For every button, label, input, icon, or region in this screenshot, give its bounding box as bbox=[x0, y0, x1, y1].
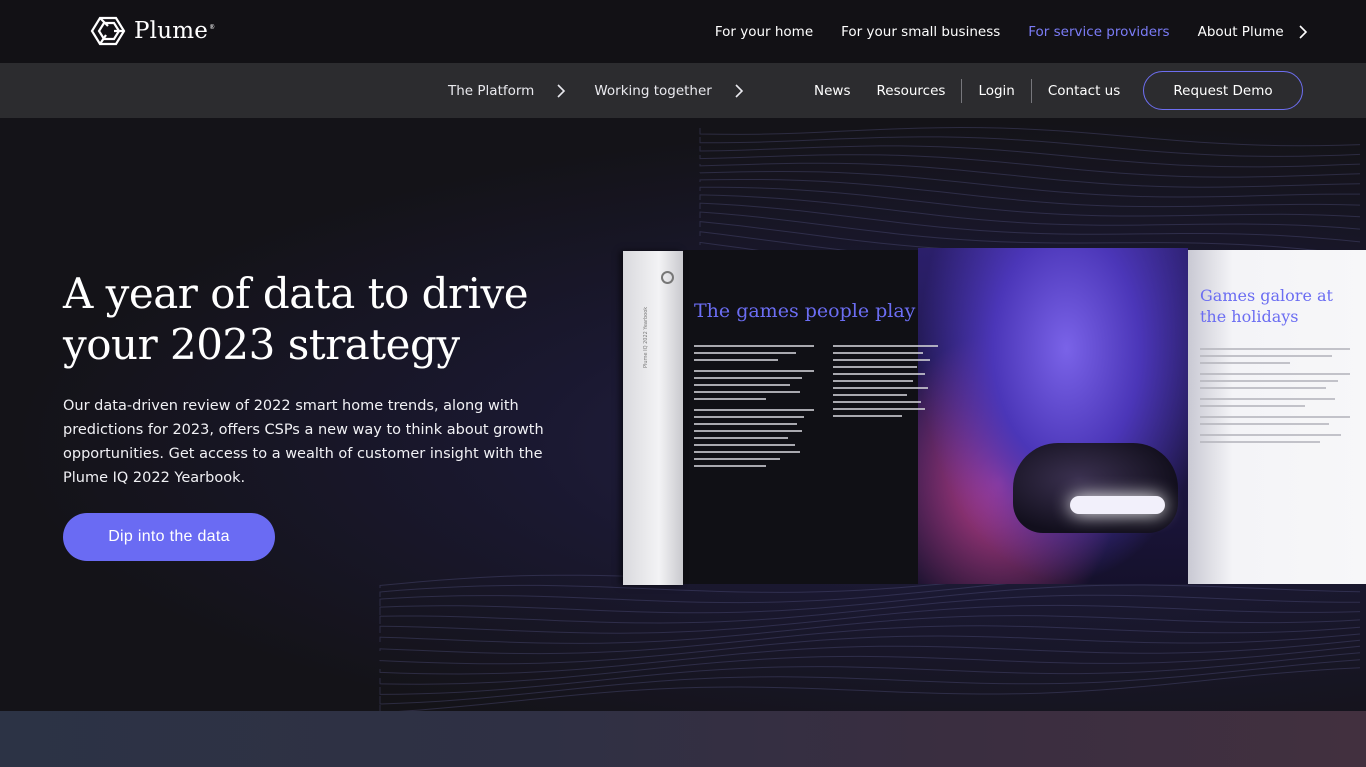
sub-nav-contact-us[interactable]: Contact us bbox=[1048, 83, 1120, 99]
book-left-column-2 bbox=[833, 340, 938, 422]
wave-line bbox=[699, 126, 1361, 147]
wave-line bbox=[379, 594, 1360, 624]
nav-for-service-providers[interactable]: For service providers bbox=[1028, 24, 1169, 40]
controller-light-bar bbox=[1070, 496, 1165, 514]
chevron-right-icon bbox=[557, 83, 566, 98]
sub-nav-the-platform-label: The Platform bbox=[448, 82, 535, 99]
hero-description: Our data-driven review of 2022 smart hom… bbox=[63, 398, 544, 486]
book-gaming-photo bbox=[918, 248, 1188, 584]
wave-line bbox=[699, 186, 1361, 218]
sub-nav-dropdowns: The Platform Working together bbox=[448, 63, 744, 118]
nav-for-your-home[interactable]: For your home bbox=[715, 24, 813, 40]
nav-divider bbox=[1030, 78, 1032, 103]
chevron-right-icon bbox=[1299, 24, 1308, 39]
wave-line bbox=[699, 136, 1361, 157]
wave-line bbox=[699, 170, 1360, 198]
book-right-column bbox=[1200, 343, 1350, 448]
sub-nav-resources[interactable]: Resources bbox=[876, 83, 945, 99]
sub-nav-the-platform[interactable]: The Platform bbox=[448, 83, 566, 99]
sub-nav-links: News Resources Login Contact us bbox=[814, 63, 1120, 118]
nav-for-small-business[interactable]: For your small business bbox=[841, 24, 1000, 40]
wave-line bbox=[379, 667, 1361, 711]
sub-nav-news[interactable]: News bbox=[814, 83, 850, 99]
spine-title: Plume IQ 2022 Yearbook bbox=[643, 306, 649, 368]
nav-about-plume-label: About Plume bbox=[1197, 23, 1284, 40]
hero-title: A year of data to drive your 2023 strate… bbox=[63, 269, 529, 369]
wave-line bbox=[699, 179, 1361, 208]
wave-line bbox=[379, 633, 1361, 665]
book-right-heading: Games galore at the holidays bbox=[1200, 286, 1333, 326]
wave-line bbox=[699, 202, 1361, 243]
game-controller-graphic bbox=[1013, 443, 1178, 533]
plume-logo[interactable]: Plume® bbox=[90, 14, 215, 48]
top-navigation-bar: Plume® For your home For your small busi… bbox=[0, 0, 1366, 63]
nav-divider bbox=[961, 78, 963, 103]
sub-nav-working-together-label: Working together bbox=[594, 82, 712, 99]
book-left-column-1 bbox=[694, 340, 814, 472]
request-demo-button[interactable]: Request Demo bbox=[1143, 71, 1303, 110]
hero-section: A year of data to drive your 2023 strate… bbox=[0, 118, 1366, 711]
wave-line bbox=[379, 639, 1361, 675]
yearbook-image: Plume IQ 2022 Yearbook The games people … bbox=[618, 248, 1366, 593]
wave-line bbox=[379, 659, 1361, 705]
book-spine bbox=[623, 251, 683, 585]
plume-wordmark: Plume® bbox=[134, 18, 216, 44]
book-left-heading: The games people play bbox=[694, 300, 916, 322]
nav-about-plume[interactable]: About Plume bbox=[1198, 24, 1308, 40]
chevron-right-icon bbox=[735, 83, 743, 98]
plume-logo-icon bbox=[90, 16, 126, 46]
wave-line bbox=[699, 154, 1361, 178]
next-section-band bbox=[0, 711, 1366, 767]
sub-nav-working-together[interactable]: Working together bbox=[594, 83, 744, 99]
top-nav-links: For your home For your small business Fo… bbox=[715, 0, 1308, 63]
wave-line bbox=[379, 625, 1361, 655]
dip-into-data-button[interactable]: Dip into the data bbox=[63, 513, 275, 561]
sub-nav-login[interactable]: Login bbox=[978, 83, 1014, 99]
plume-ring-icon bbox=[661, 271, 674, 284]
